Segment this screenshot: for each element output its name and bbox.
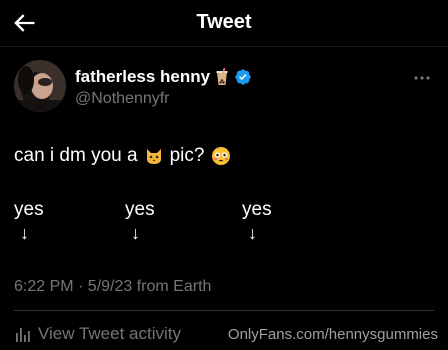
down-arrow-glyph: ↓ [131, 223, 140, 243]
answer-option-2: yes ↓ [125, 199, 165, 243]
answer-label: yes [242, 199, 272, 220]
bubble-tea-emoji-icon [215, 67, 229, 86]
down-arrow-glyph: ↓ [248, 223, 257, 243]
watermark: OnlyFans.com/hennysgummies [227, 326, 438, 343]
activity-label: View Tweet activity [38, 324, 181, 343]
avatar[interactable] [14, 60, 66, 112]
tweet-text-part-2: pic? [169, 145, 205, 166]
verified-badge-icon [234, 68, 252, 86]
answer-option-3: yes ↓ [242, 199, 282, 243]
divider [14, 310, 434, 311]
author-handle[interactable]: @Nothennyfr [75, 90, 170, 108]
answer-option-1: yes ↓ [14, 199, 54, 243]
flushed-face-emoji-icon [211, 146, 231, 166]
tweet-timestamp[interactable]: 6:22 PM · 5/9/23 from Earth [14, 278, 211, 296]
avatar-image [14, 60, 66, 112]
more-dots-icon [414, 76, 430, 80]
analytics-bars-icon [16, 328, 30, 342]
header-divider [0, 46, 448, 47]
page-title: Tweet [196, 11, 252, 33]
author-name[interactable]: fatherless henny [75, 67, 210, 87]
down-arrow-glyph: ↓ [20, 223, 29, 243]
view-tweet-activity-button[interactable]: View Tweet activity [14, 324, 181, 344]
tweet-text-part-1: can i dm you a [14, 145, 138, 166]
top-app-bar: Tweet [0, 0, 448, 46]
answer-label: yes [14, 199, 44, 220]
author-name-row: fatherless henny [75, 66, 252, 88]
more-options-button[interactable] [412, 70, 432, 80]
cat-emoji-icon [144, 146, 164, 166]
answer-label: yes [125, 199, 155, 220]
tweet-text: can i dm you a pic? [14, 145, 231, 167]
